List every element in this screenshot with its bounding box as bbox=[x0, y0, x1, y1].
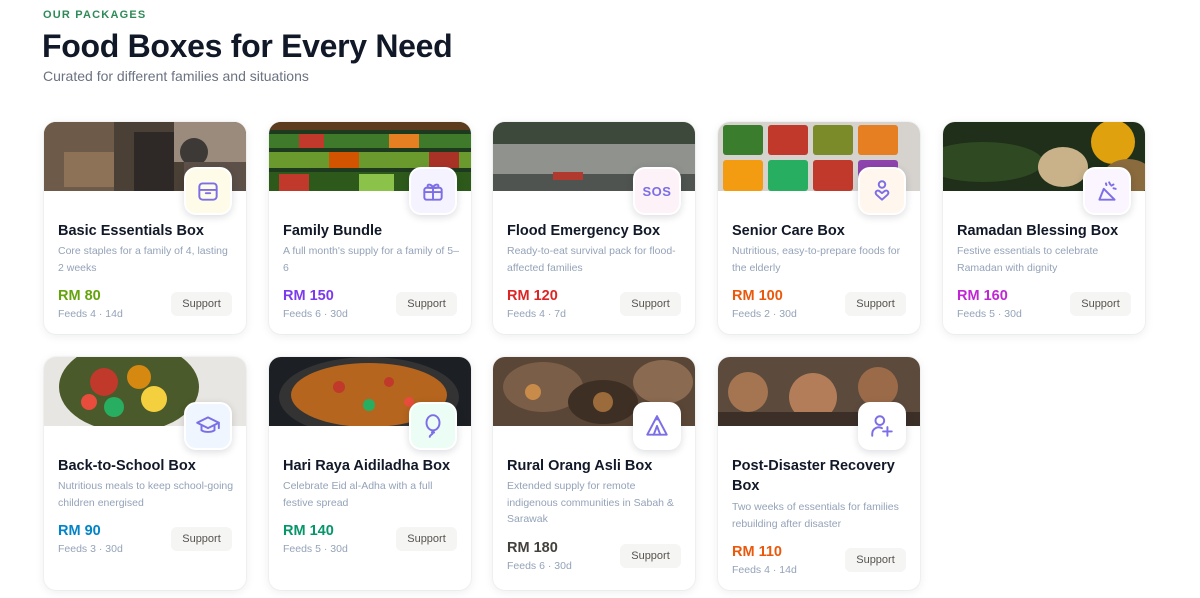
package-title: Senior Care Box bbox=[732, 223, 845, 239]
package-meta: Feeds 4 · 14d bbox=[58, 308, 123, 320]
package-title: Rural Orang Asli Box bbox=[507, 458, 653, 474]
package-meta: Feeds 6 · 30d bbox=[283, 308, 348, 320]
package-card: Ramadan Blessing Box Festive essentials … bbox=[943, 122, 1145, 334]
package-icon-box bbox=[633, 402, 681, 450]
package-price: RM 120 bbox=[507, 288, 558, 304]
graduation-cap-icon bbox=[196, 416, 220, 433]
package-card: Back-to-School Box Nutritious meals to k… bbox=[44, 357, 246, 590]
package-card: Senior Care Box Nutritious, easy-to-prep… bbox=[718, 122, 920, 334]
package-title: Basic Essentials Box bbox=[58, 223, 204, 239]
package-card: SOS Flood Emergency Box Ready-to-eat sur… bbox=[493, 122, 695, 334]
package-title: Flood Emergency Box bbox=[507, 223, 661, 239]
package-meta: Feeds 4 · 7d bbox=[507, 308, 566, 320]
package-description: Two weeks of essentials for families reb… bbox=[732, 501, 899, 530]
package-title: Family Bundle bbox=[283, 223, 383, 239]
package-icon-box bbox=[1083, 167, 1131, 215]
package-card: Post-Disaster Recovery Box Two weeks of … bbox=[718, 357, 920, 590]
package-meta: Feeds 3 · 30d bbox=[58, 543, 123, 555]
package-price: RM 80 bbox=[58, 288, 101, 304]
user-plus-icon bbox=[871, 415, 893, 437]
support-button[interactable]: Support bbox=[845, 548, 906, 572]
package-meta: Feeds 4 · 14d bbox=[732, 564, 797, 576]
page-subtitle: Curated for different families and situa… bbox=[43, 68, 309, 84]
box-icon bbox=[198, 182, 218, 201]
eyebrow: OUR PACKAGES bbox=[43, 9, 147, 21]
support-button[interactable]: Support bbox=[171, 292, 232, 316]
package-description: Celebrate Eid al-Adha with a full festiv… bbox=[283, 480, 433, 509]
support-button[interactable]: Support bbox=[396, 292, 457, 316]
balloon-icon bbox=[425, 414, 441, 438]
package-title: Post-Disaster Recovery Box bbox=[732, 458, 895, 494]
party-icon bbox=[1098, 181, 1117, 201]
package-description: Extended supply for remote indigenous co… bbox=[507, 480, 674, 525]
support-button[interactable]: Support bbox=[1070, 292, 1131, 316]
package-title: Hari Raya Aidiladha Box bbox=[283, 458, 451, 474]
package-description: Festive essentials to celebrate Ramadan … bbox=[957, 245, 1099, 274]
package-card: Rural Orang Asli Box Extended supply for… bbox=[493, 357, 695, 590]
package-icon-box bbox=[858, 167, 906, 215]
gift-icon bbox=[423, 183, 443, 201]
package-icon-box bbox=[858, 402, 906, 450]
package-icon-box bbox=[409, 167, 457, 215]
package-icon-box: SOS bbox=[633, 167, 681, 215]
support-button[interactable]: Support bbox=[171, 527, 232, 551]
package-price: RM 140 bbox=[283, 523, 334, 539]
package-description: A full month's supply for a family of 5–… bbox=[283, 245, 459, 274]
package-meta: Feeds 5 · 30d bbox=[283, 543, 348, 555]
support-button[interactable]: Support bbox=[845, 292, 906, 316]
package-meta: Feeds 5 · 30d bbox=[957, 308, 1022, 320]
package-title: Ramadan Blessing Box bbox=[957, 223, 1119, 239]
tent-icon bbox=[646, 415, 668, 436]
support-button[interactable]: Support bbox=[396, 527, 457, 551]
package-description: Ready-to-eat survival pack for flood-aff… bbox=[507, 245, 676, 274]
package-title: Back-to-School Box bbox=[58, 458, 196, 474]
package-description: Core staples for a family of 4, lasting … bbox=[58, 245, 228, 274]
package-icon-box bbox=[409, 402, 457, 450]
package-price: RM 110 bbox=[732, 544, 782, 560]
package-price: RM 100 bbox=[732, 288, 783, 304]
package-card: Family Bundle A full month's supply for … bbox=[269, 122, 471, 334]
package-description: Nutritious, easy-to-prepare foods for th… bbox=[732, 245, 901, 274]
package-price: RM 90 bbox=[58, 523, 101, 539]
support-button[interactable]: Support bbox=[620, 544, 681, 568]
person-heart-icon bbox=[874, 180, 890, 201]
package-meta: Feeds 2 · 30d bbox=[732, 308, 797, 320]
package-card: Basic Essentials Box Core staples for a … bbox=[44, 122, 246, 334]
package-card: Hari Raya Aidiladha Box Celebrate Eid al… bbox=[269, 357, 471, 590]
package-price: RM 150 bbox=[283, 288, 334, 304]
support-button[interactable]: Support bbox=[620, 292, 681, 316]
package-icon-box bbox=[184, 167, 232, 215]
page-title: Food Boxes for Every Need bbox=[42, 28, 453, 64]
package-icon-box bbox=[184, 402, 232, 450]
sos-icon: SOS bbox=[642, 183, 672, 199]
package-price: RM 160 bbox=[957, 288, 1008, 304]
package-price: RM 180 bbox=[507, 540, 558, 556]
package-meta: Feeds 6 · 30d bbox=[507, 560, 572, 572]
package-description: Nutritious meals to keep school-going ch… bbox=[58, 480, 234, 509]
